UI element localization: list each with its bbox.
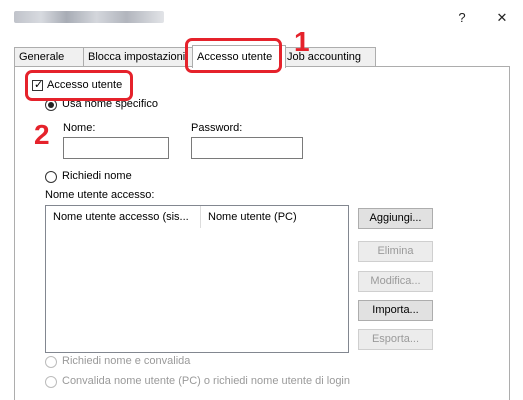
callout-number-1: 1 [294, 26, 310, 57]
radio-richiedi-nome-label: Richiedi nome [62, 170, 132, 182]
name-label: Nome: [63, 122, 96, 134]
radio-richiedi-nome-convalida[interactable] [45, 356, 57, 368]
callout-box-tab [185, 38, 282, 73]
edit-button[interactable]: Modifica... [358, 271, 433, 292]
help-button[interactable]: ? [452, 8, 472, 28]
delete-button[interactable]: Elimina [358, 241, 433, 262]
password-field[interactable] [191, 137, 303, 159]
title-bar: ? ✕ [0, 0, 523, 36]
radio-convalida-pc[interactable] [45, 376, 57, 388]
callout-box-checkbox [25, 70, 133, 101]
radio-richiedi-nome[interactable] [45, 171, 57, 183]
radio-richiedi-nome-convalida-label: Richiedi nome e convalida [62, 355, 191, 367]
window-title-redacted [14, 11, 164, 23]
add-button[interactable]: Aggiungi... [358, 208, 433, 229]
tab-generale[interactable]: Generale [14, 47, 84, 67]
radio-convalida-pc-label: Convalida nome utente (PC) o richiedi no… [62, 375, 350, 387]
export-button[interactable]: Esporta... [358, 329, 433, 350]
password-label: Password: [191, 122, 243, 134]
list-label: Nome utente accesso: [45, 189, 155, 201]
close-button[interactable]: ✕ [492, 8, 512, 28]
name-field[interactable] [63, 137, 169, 159]
column-header-pc-name[interactable]: Nome utente (PC) [201, 206, 348, 228]
import-button[interactable]: Importa... [358, 300, 433, 321]
column-header-login-name[interactable]: Nome utente accesso (sis... [46, 206, 201, 228]
login-user-list[interactable]: Nome utente accesso (sis... Nome utente … [45, 205, 349, 353]
callout-number-2: 2 [34, 119, 50, 150]
